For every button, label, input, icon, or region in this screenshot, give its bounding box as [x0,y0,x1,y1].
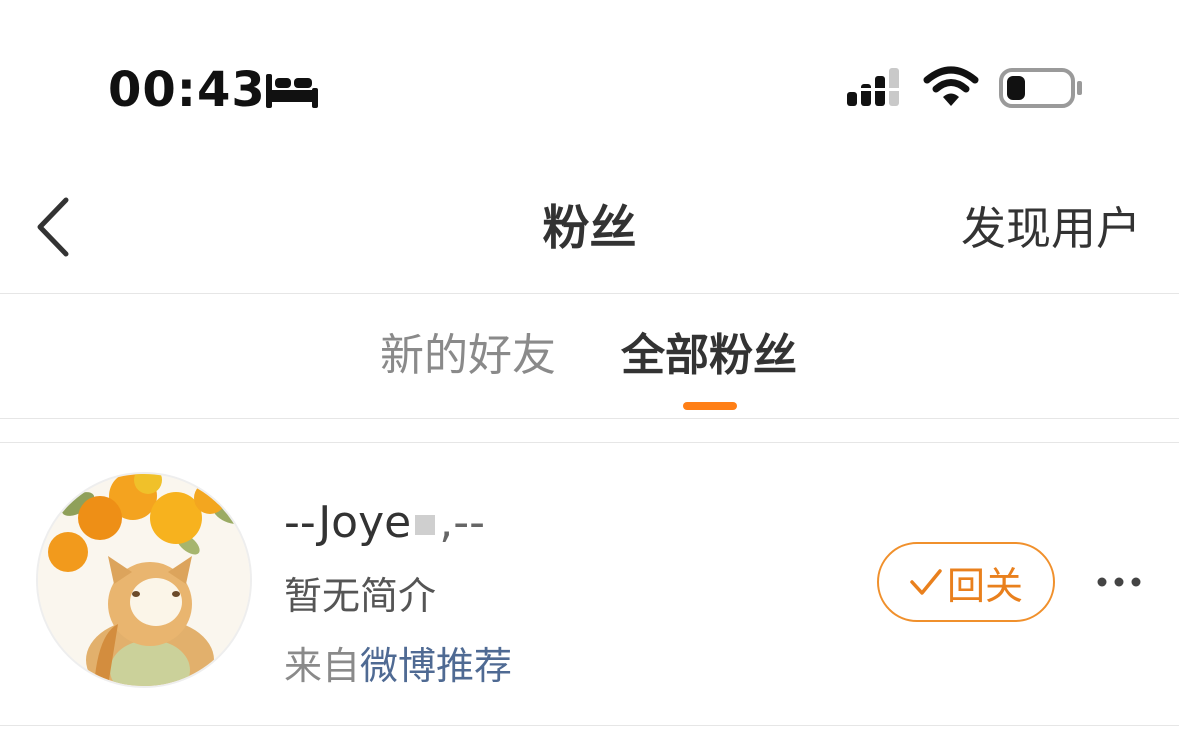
source-link[interactable]: 微博推荐 [360,644,512,688]
avatar-image [38,474,250,686]
active-tab-indicator [683,402,737,410]
wifi-icon [923,66,979,106]
status-time: 00:43 [108,62,266,118]
tabs-divider [0,418,1179,419]
nav-divider [0,293,1179,294]
row-divider [0,725,1179,726]
list-top-divider [0,442,1179,443]
fan-name-suffix: ,-- [439,497,485,548]
tab-all-fans[interactable]: 全部粉丝 [621,326,797,386]
follow-back-button[interactable]: 回关 [877,542,1055,622]
tab-new-friends[interactable]: 新的好友 [380,326,556,386]
signal-icon [847,68,899,106]
check-icon [910,569,942,595]
fan-name[interactable]: --Joye ,-- [284,493,485,553]
source-prefix: 来自 [284,644,361,688]
fan-source: 来自微博推荐 [284,640,512,692]
discover-users-button[interactable]: 发现用户 [961,196,1141,262]
redacted-mark [415,515,436,535]
follow-back-label: 回关 [946,563,1023,608]
avatar[interactable] [36,472,252,688]
bed-icon [266,74,318,108]
battery-icon [999,68,1082,108]
fan-name-prefix: --Joye [284,497,412,548]
fan-bio: 暂无简介 [284,574,437,618]
more-dots-icon[interactable] [1094,562,1144,602]
